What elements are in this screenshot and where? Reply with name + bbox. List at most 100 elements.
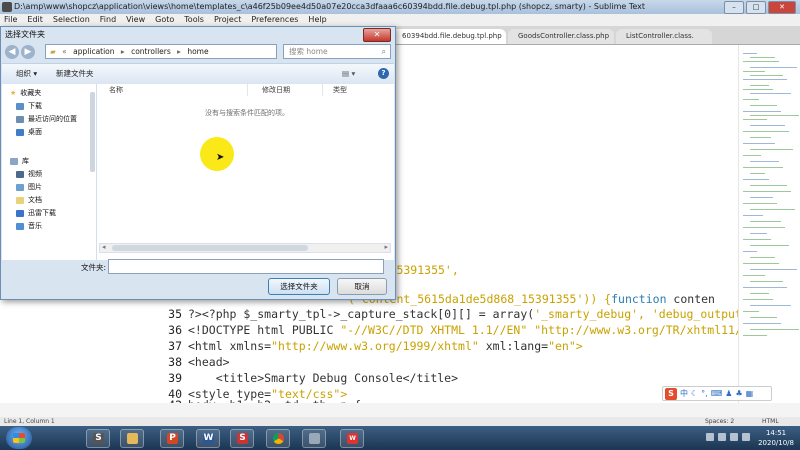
nav-item-videos[interactable]: 视频 [16, 169, 42, 179]
grid-icon[interactable]: ▦ [746, 389, 754, 398]
nav-item-downloads[interactable]: 下载 [16, 101, 42, 111]
tab-goodscontroller[interactable]: GoodsController.class.php [508, 29, 614, 44]
menu-selection[interactable]: Selection [53, 14, 90, 26]
column-divider[interactable] [322, 84, 323, 96]
minimap-line [750, 281, 783, 282]
scroll-left-icon[interactable]: ◂ [102, 243, 106, 251]
forward-arrow-icon[interactable]: ▶ [21, 45, 35, 59]
clock[interactable]: 14:51 2020/10/8 [758, 428, 794, 448]
tab-label: 60394bdd.file.debug.tpl.php [402, 32, 502, 40]
menu-edit[interactable]: Edit [27, 14, 43, 26]
column-divider[interactable] [247, 84, 248, 96]
taskbar-word[interactable]: W [196, 429, 220, 448]
select-folder-button[interactable]: 选择文件夹 [268, 278, 330, 295]
nav-item-label: 图片 [28, 183, 42, 191]
minimap-line [743, 311, 759, 312]
code-line[interactable]: 38 <head> [148, 354, 229, 370]
taskbar-powerpoint[interactable]: P [160, 429, 184, 448]
file-list[interactable]: 名称 修改日期 类型 没有与搜索条件匹配的项。 ◂ ▸ [97, 84, 394, 260]
shirt-icon[interactable]: ♣ [735, 389, 742, 398]
nav-item-music[interactable]: 音乐 [16, 221, 42, 231]
breadcrumb-home[interactable]: home [187, 47, 208, 56]
tab-listcontroller[interactable]: ListController.class. [616, 29, 712, 44]
tab-debug-tpl[interactable]: 60394bdd.file.debug.tpl.php [392, 29, 506, 44]
tray-icon[interactable] [730, 433, 738, 441]
moon-icon[interactable]: ☾ [691, 389, 698, 398]
punct-icon[interactable]: °, [701, 389, 708, 398]
nav-libraries[interactable]: 库 [10, 156, 29, 166]
horizontal-scrollbar[interactable]: ◂ ▸ [99, 243, 391, 253]
taskbar-chrome[interactable] [266, 429, 290, 448]
tray-icon[interactable] [718, 433, 726, 441]
menu-tools[interactable]: Tools [184, 14, 204, 26]
column-header-type[interactable]: 类型 [333, 85, 347, 95]
nav-item-desktop[interactable]: 桌面 [16, 127, 42, 137]
tray-icon[interactable] [742, 433, 750, 441]
search-icon[interactable]: ⌕ [382, 45, 386, 58]
help-icon[interactable]: ? [378, 68, 389, 79]
menu-find[interactable]: Find [100, 14, 116, 26]
nav-item-recent[interactable]: 最近访问的位置 [16, 114, 77, 124]
code-line[interactable]: 37 <html xmlns="http://www.w3.org/1999/xh… [148, 338, 583, 354]
app-icon [309, 433, 320, 444]
dialog-close-button[interactable]: ✕ [363, 28, 391, 42]
address-bar[interactable]: ▰ « application ▸ controllers ▸ home ⟳ [45, 44, 314, 59]
line-number: 35 [168, 307, 182, 321]
sublime-app-icon [2, 2, 12, 12]
nav-item-label: 下载 [28, 102, 42, 110]
cancel-button[interactable]: 取消 [337, 278, 387, 295]
new-folder-button[interactable]: 新建文件夹 [56, 64, 94, 84]
breadcrumb-controllers[interactable]: controllers [131, 47, 171, 56]
nav-item-pictures[interactable]: 图片 [16, 182, 42, 192]
nav-item-documents[interactable]: 文档 [16, 195, 42, 205]
column-header-modified[interactable]: 修改日期 [262, 85, 290, 95]
taskbar-excel[interactable]: S [230, 429, 254, 448]
menu-preferences[interactable]: Preferences [251, 14, 298, 26]
close-window-button[interactable]: ✕ [768, 1, 796, 14]
search-input[interactable]: 搜索 home ⌕ [283, 44, 391, 59]
code-line[interactable]: 39 <title>Smarty Debug Console</title> [148, 370, 458, 386]
taskbar-sublime[interactable]: S [86, 429, 110, 448]
cursor-position: Line 1, Column 1 [4, 418, 55, 425]
minimap-line [750, 57, 775, 58]
minimap-line [743, 53, 757, 54]
taskbar-explorer[interactable] [120, 429, 144, 448]
menu-view[interactable]: View [126, 14, 145, 26]
code-line[interactable]: 35 ?><?php $_smarty_tpl->_capture_stack[0… [148, 306, 783, 322]
scroll-right-icon[interactable]: ▸ [384, 243, 388, 251]
sublime-icon: S [93, 433, 104, 444]
tray-icon[interactable] [706, 433, 714, 441]
code-line[interactable]: 36 <!DOCTYPE html PUBLIC "-//W3C//DTD XHT… [148, 322, 783, 338]
back-arrow-icon[interactable]: ◀ [5, 45, 19, 59]
keyboard-icon[interactable]: ⌨ [711, 389, 723, 398]
taskbar-wps[interactable]: W [340, 429, 364, 448]
view-options-icon[interactable]: ▤ ▾ [342, 64, 355, 84]
taskbar-app[interactable] [302, 429, 326, 448]
folder-name-input[interactable] [108, 259, 384, 274]
minimap-line [750, 173, 765, 174]
person-icon[interactable]: ♟ [725, 389, 732, 398]
ime-mode[interactable]: 中 [680, 388, 688, 399]
nav-favorites[interactable]: ★ 收藏夹 [10, 88, 41, 98]
syntax-mode[interactable]: HTML [762, 417, 779, 426]
ime-toolbar[interactable]: S 中 ☾ °, ⌨ ♟ ♣ ▦ [662, 386, 772, 401]
indentation-setting[interactable]: Spaces: 2 [705, 417, 734, 426]
breadcrumb-application[interactable]: application [73, 47, 114, 56]
code-line[interactable]: ('content_5615da1de5d868_15391355')) {fu… [348, 291, 715, 307]
organize-button[interactable]: 组织 ▾ [16, 64, 37, 84]
nav-item-thunder-downloads[interactable]: 迅雷下载 [16, 208, 56, 218]
menu-project[interactable]: Project [214, 14, 241, 26]
scroll-thumb[interactable] [112, 245, 308, 251]
column-header-name[interactable]: 名称 [109, 85, 123, 95]
minimap-line [743, 131, 789, 132]
menu-file[interactable]: File [4, 14, 17, 26]
minimap-line [750, 293, 769, 294]
nav-item-label: 迅雷下载 [28, 209, 56, 217]
menu-help[interactable]: Help [308, 14, 326, 26]
nav-scrollbar[interactable] [90, 92, 95, 172]
minimize-button[interactable]: – [724, 1, 744, 14]
menu-goto[interactable]: Goto [155, 14, 174, 26]
start-button[interactable] [6, 427, 32, 449]
maximize-button[interactable]: □ [746, 1, 766, 14]
minimap[interactable] [738, 45, 800, 403]
